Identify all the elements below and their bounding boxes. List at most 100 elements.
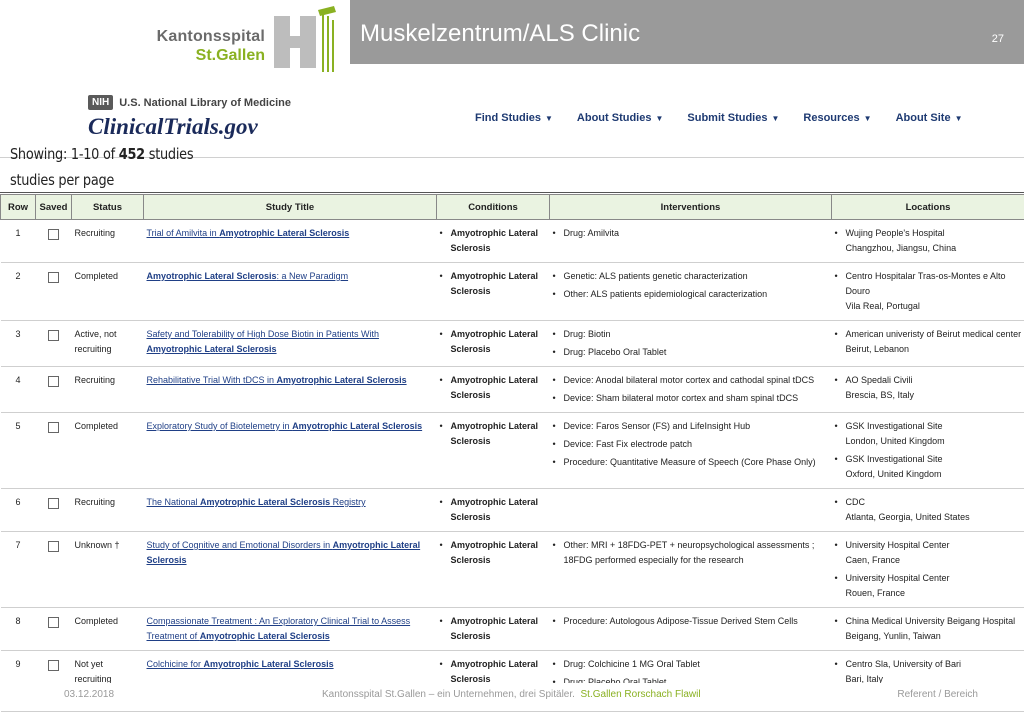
logo-line-1: Kantonsspital	[150, 28, 265, 46]
title-text: The National	[147, 497, 201, 507]
footer-org: Kantonsspital St.Gallen – ein Unternehme…	[322, 689, 701, 700]
status-cell: Recruiting	[72, 489, 144, 532]
conditions-cell: Amyotrophic Lateral Sclerosis	[437, 367, 550, 413]
save-checkbox[interactable]	[48, 660, 59, 671]
save-checkbox[interactable]	[48, 376, 59, 387]
table-row: 5CompletedExploratory Study of Bioteleme…	[1, 413, 1024, 489]
row-number: 3	[1, 321, 36, 367]
intervention-item: Device: Fast Fix electrode patch	[553, 437, 829, 452]
row-number: 5	[1, 413, 36, 489]
interventions-cell: Drug: Amilvita	[550, 220, 832, 263]
caret-down-icon: ▼	[655, 114, 663, 123]
status-cell: Completed	[72, 608, 144, 651]
title-text: : a New Paradigm	[277, 271, 349, 281]
nav-item-about-site[interactable]: About Site▼	[896, 112, 963, 124]
conditions-cell: Amyotrophic Lateral Sclerosis	[437, 220, 550, 263]
study-title-link[interactable]: Compassionate Treatment : An Exploratory…	[147, 616, 411, 641]
column-header-row[interactable]: Row	[1, 195, 36, 220]
study-title-link[interactable]: Safety and Tolerability of High Dose Bio…	[147, 329, 379, 354]
title-keyword: Amyotrophic Lateral Sclerosis	[147, 344, 277, 354]
title-keyword: Amyotrophic Lateral Sclerosis	[200, 497, 330, 507]
condition-label: Amyotrophic Lateral Sclerosis	[451, 616, 539, 641]
saved-cell	[36, 220, 72, 263]
slide-footer: 03.12.2018 Kantonsspital St.Gallen – ein…	[0, 683, 1024, 709]
conditions-cell: Amyotrophic Lateral Sclerosis	[437, 608, 550, 651]
locations-cell: CDCAtlanta, Georgia, United States	[832, 489, 1024, 532]
intervention-item: Device: Anodal bilateral motor cortex an…	[553, 373, 829, 388]
save-checkbox[interactable]	[48, 498, 59, 509]
condition-item: Amyotrophic Lateral Sclerosis	[440, 373, 547, 403]
column-header-status[interactable]: Status	[72, 195, 144, 220]
clinicaltrials-brand[interactable]: ClinicalTrials.gov	[88, 114, 258, 140]
caret-down-icon: ▼	[955, 114, 963, 123]
location-entry: American univeristy of Beirut medical ce…	[835, 327, 1022, 357]
save-checkbox[interactable]	[48, 272, 59, 283]
saved-cell	[36, 413, 72, 489]
location-entry: China Medical University Beigang Hospita…	[835, 614, 1022, 644]
location-city: Atlanta, Georgia, United States	[835, 510, 1022, 525]
table-body: 1RecruitingTrial of Amilvita in Amyotrop…	[1, 220, 1024, 712]
table-row: 8CompletedCompassionate Treatment : An E…	[1, 608, 1024, 651]
table-row: 2CompletedAmyotrophic Lateral Sclerosis:…	[1, 263, 1024, 321]
conditions-cell: Amyotrophic Lateral Sclerosis	[437, 321, 550, 367]
nav-item-label: Submit Studies	[687, 112, 767, 124]
column-header-saved[interactable]: Saved	[36, 195, 72, 220]
nav-item-submit-studies[interactable]: Submit Studies▼	[687, 112, 779, 124]
location-entry: Centro Hospitalar Tras-os-Montes e Alto …	[835, 269, 1022, 314]
column-header-interventions[interactable]: Interventions	[550, 195, 832, 220]
studies-per-page-label: studies per page	[10, 171, 114, 189]
row-number: 4	[1, 367, 36, 413]
row-number: 7	[1, 532, 36, 608]
study-title-link[interactable]: Rehabilitative Trial With tDCS in Amyotr…	[147, 375, 407, 385]
column-header-locations[interactable]: Locations	[832, 195, 1024, 220]
save-checkbox[interactable]	[48, 422, 59, 433]
column-header-study-title[interactable]: Study Title	[144, 195, 437, 220]
study-title-link[interactable]: Amyotrophic Lateral Sclerosis: a New Par…	[147, 271, 349, 281]
location-city: Vila Real, Portugal	[835, 299, 1022, 314]
title-text: Rehabilitative Trial With tDCS in	[147, 375, 277, 385]
intervention-item: Drug: Amilvita	[553, 226, 829, 241]
save-checkbox[interactable]	[48, 330, 59, 341]
location-name: China Medical University Beigang Hospita…	[835, 614, 1022, 629]
footer-sites: St.Gallen Rorschach Flawil	[581, 689, 701, 700]
interventions-cell: Genetic: ALS patients genetic characteri…	[550, 263, 832, 321]
location-city: Oxford, United Kingdom	[835, 467, 1022, 482]
location-city: Beirut, Lebanon	[835, 342, 1022, 357]
condition-label: Amyotrophic Lateral Sclerosis	[451, 497, 539, 522]
studies-table: RowSavedStatusStudy TitleConditionsInter…	[0, 194, 1024, 712]
locations-cell: GSK Investigational SiteLondon, United K…	[832, 413, 1024, 489]
intervention-item: Other: MRI + 18FDG-PET + neuropsychologi…	[553, 538, 829, 568]
location-city: Brescia, BS, Italy	[835, 388, 1022, 403]
nav-item-resources[interactable]: Resources▼	[803, 112, 871, 124]
status-cell: Active, not recruiting	[72, 321, 144, 367]
title-text: Trial of Amilvita in	[147, 228, 220, 238]
interventions-cell: Other: MRI + 18FDG-PET + neuropsychologi…	[550, 532, 832, 608]
intervention-item: Drug: Biotin	[553, 327, 829, 342]
study-title-link[interactable]: Exploratory Study of Biotelemetry in Amy…	[147, 421, 423, 431]
title-text: Registry	[330, 497, 366, 507]
location-name: Centro Sla, University of Bari	[835, 657, 1022, 672]
caret-down-icon: ▼	[545, 114, 553, 123]
location-name: University Hospital Center	[835, 538, 1022, 553]
save-checkbox[interactable]	[48, 229, 59, 240]
location-entry: University Hospital CenterCaen, France	[835, 538, 1022, 568]
location-entry: GSK Investigational SiteLondon, United K…	[835, 419, 1022, 449]
nav-item-find-studies[interactable]: Find Studies▼	[475, 112, 553, 124]
study-title-link[interactable]: Trial of Amilvita in Amyotrophic Lateral…	[147, 228, 350, 238]
intervention-item: Procedure: Quantitative Measure of Speec…	[553, 455, 829, 470]
column-header-conditions[interactable]: Conditions	[437, 195, 550, 220]
nav-item-about-studies[interactable]: About Studies▼	[577, 112, 663, 124]
locations-cell: Wujing People's HospitalChangzhou, Jiang…	[832, 220, 1024, 263]
saved-cell	[36, 321, 72, 367]
condition-label: Amyotrophic Lateral Sclerosis	[451, 271, 539, 296]
status-cell: Recruiting	[72, 220, 144, 263]
location-city: Rouen, France	[835, 586, 1022, 601]
save-checkbox[interactable]	[48, 617, 59, 628]
title-keyword: Amyotrophic Lateral Sclerosis	[204, 659, 334, 669]
study-title-link[interactable]: Study of Cognitive and Emotional Disorde…	[147, 540, 421, 565]
study-title-link[interactable]: Colchicine for Amyotrophic Lateral Scler…	[147, 659, 334, 669]
save-checkbox[interactable]	[48, 541, 59, 552]
study-title-link[interactable]: The National Amyotrophic Lateral Scleros…	[147, 497, 366, 507]
condition-label: Amyotrophic Lateral Sclerosis	[451, 329, 539, 354]
location-name: Centro Hospitalar Tras-os-Montes e Alto …	[835, 269, 1022, 299]
